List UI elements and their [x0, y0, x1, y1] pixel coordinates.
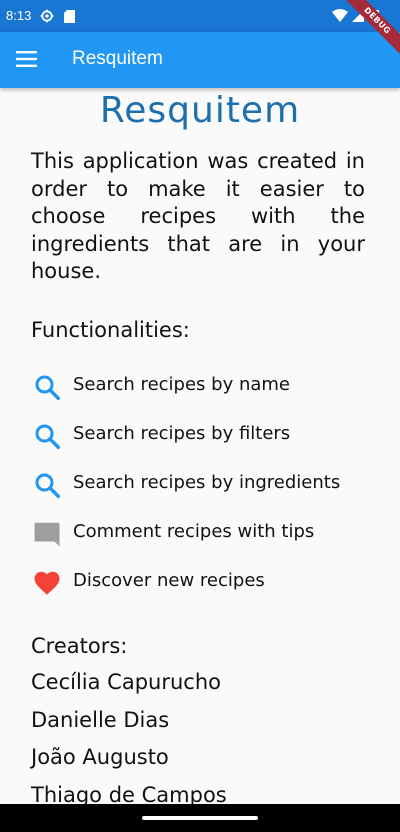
functionality-label: Discover new recipes	[73, 570, 265, 591]
app-description: This application was created in order to…	[31, 149, 365, 283]
search-icon	[35, 473, 60, 498]
search-icon	[35, 375, 60, 400]
functionality-label: Search recipes by name	[73, 374, 290, 395]
functionality-label: Comment recipes with tips	[73, 521, 315, 542]
creator-name: Danielle Dias	[31, 707, 170, 732]
system-navigation-bar	[0, 804, 400, 832]
list-item: Comment recipes with tips	[32, 515, 372, 564]
app-screen: 8:13 Resquitem DEBUG Resquitem This appl…	[0, 0, 400, 832]
creator-name: Cecília Capurucho	[31, 670, 221, 694]
creators-heading: Creators:	[31, 634, 128, 658]
about-content[interactable]: Resquitem This application was created i…	[0, 88, 400, 804]
hamburger-menu-icon[interactable]	[16, 48, 38, 70]
functionality-label: Search recipes by filters	[73, 423, 291, 444]
functionality-label: Search recipes by ingredients	[73, 472, 341, 493]
status-time: 8:13	[6, 8, 32, 23]
home-gesture-handle[interactable]	[142, 816, 258, 820]
app-bar: Resquitem	[0, 32, 400, 88]
wifi-icon	[332, 9, 348, 22]
brand-title: Resquitem	[99, 90, 301, 131]
search-icon	[35, 424, 60, 449]
settings-gear-icon	[40, 9, 54, 23]
list-item: Search recipes by ingredients	[32, 466, 372, 515]
creator-name: Thiago de Campos	[31, 782, 227, 805]
comment-icon	[34, 522, 60, 547]
creator-name: João Augusto	[31, 745, 169, 769]
status-bar: 8:13	[0, 0, 400, 32]
creators-list: Cecília Capurucho Danielle Dias João Aug…	[31, 664, 227, 804]
list-item: Search recipes by filters	[32, 417, 372, 466]
sd-card-icon	[64, 10, 75, 23]
list-item: Search recipes by name	[32, 368, 372, 417]
list-item: Discover new recipes	[32, 564, 372, 613]
functionalities-heading: Functionalities:	[31, 318, 190, 342]
functionalities-list: Search recipes by name Search recipes by…	[32, 368, 372, 613]
app-bar-title: Resquitem	[72, 48, 163, 69]
heart-icon	[34, 571, 60, 595]
